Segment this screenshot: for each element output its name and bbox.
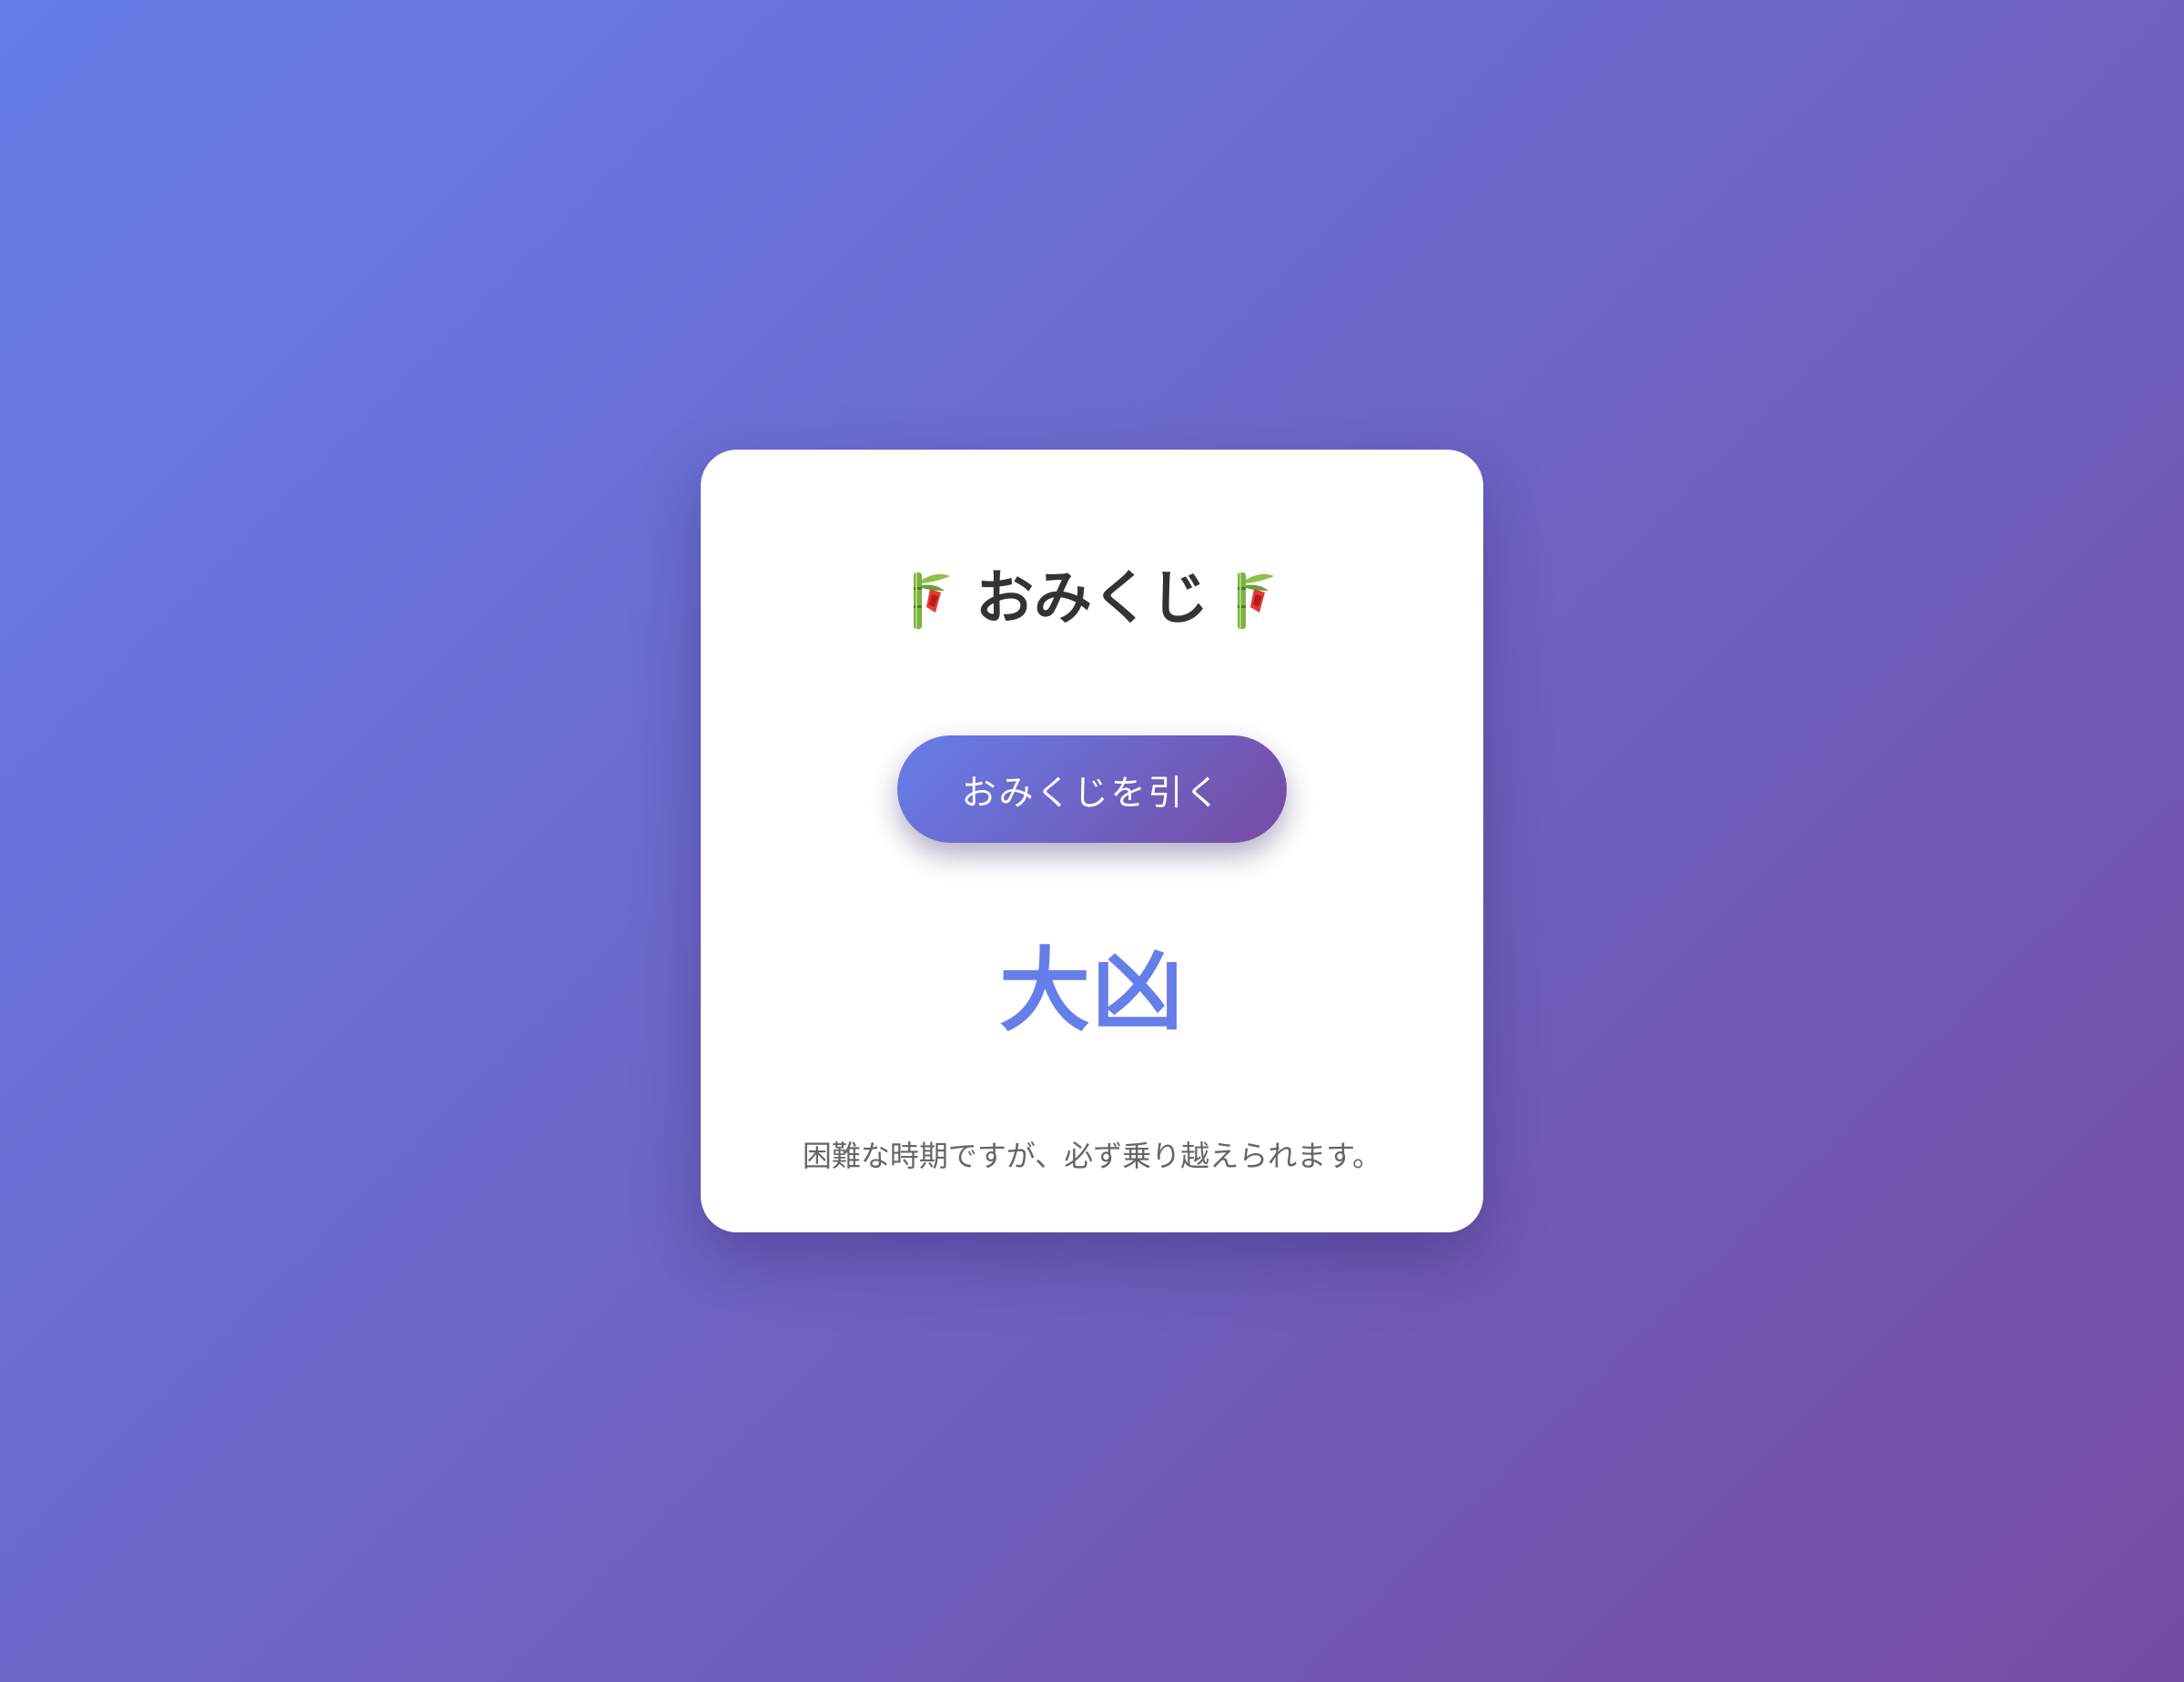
fortune-result: 大凶 (999, 937, 1185, 1044)
tanabata-bamboo-icon (914, 572, 950, 629)
page-title: おみくじ (701, 562, 1483, 635)
fortune-message: 困難な時期ですが、必ず乗り越えられます。 (802, 1139, 1382, 1173)
draw-omikuji-button[interactable]: おみくじを引く (897, 735, 1287, 843)
page-title-text: おみくじ (976, 565, 1208, 633)
tanabata-bamboo-icon (1238, 572, 1274, 629)
omikuji-card: おみくじ おみくじを引く 大凶 困難な時期ですが、必ず乗り越えられます。 (701, 450, 1483, 1232)
